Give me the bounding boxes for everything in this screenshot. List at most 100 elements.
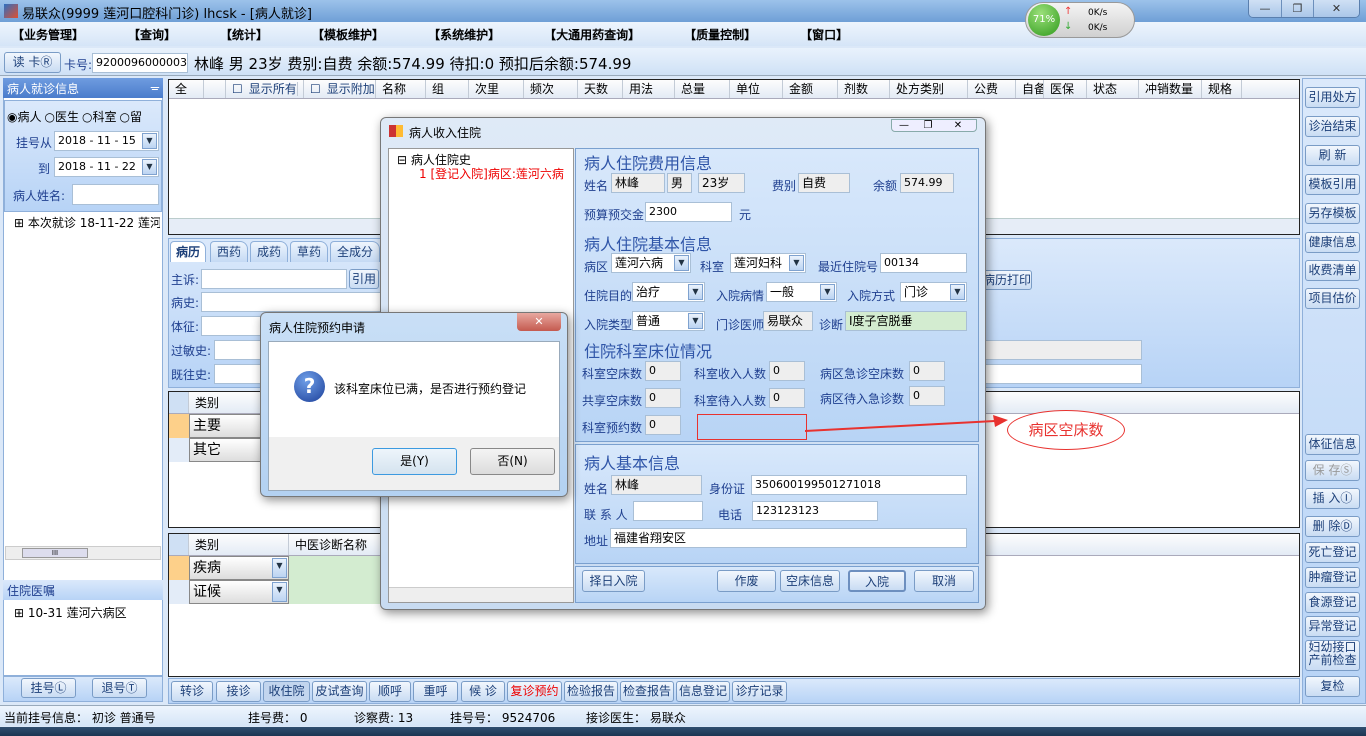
complaint-input[interactable] xyxy=(201,269,347,289)
recall-button[interactable]: 重呼 xyxy=(413,681,458,702)
condition-select[interactable]: 一般 ▼ xyxy=(766,282,837,302)
chevron-down-icon[interactable]: ▼ xyxy=(820,284,835,300)
phone-input[interactable]: 123123123 xyxy=(752,501,878,521)
past-extra-input[interactable] xyxy=(985,364,1142,384)
tab-patent[interactable]: 成药 xyxy=(250,241,288,262)
chevron-down-icon[interactable]: ▼ xyxy=(272,558,287,578)
chevron-down-icon[interactable]: ▼ xyxy=(674,255,689,271)
save-template-button[interactable]: 另存模板 xyxy=(1305,203,1360,224)
cite-prescription-button[interactable]: 引用处方 xyxy=(1305,87,1360,108)
empty-bed-info-button[interactable]: 空床信息 xyxy=(780,570,840,592)
cite-button[interactable]: 引用 xyxy=(349,269,379,289)
minimize-button[interactable]: — xyxy=(1249,0,1281,17)
exam-report-button[interactable]: 检查报告 xyxy=(620,681,674,702)
save-button[interactable]: 保 存Ⓢ xyxy=(1305,460,1360,481)
finish-treatment-button[interactable]: 诊治结束 xyxy=(1305,116,1360,137)
tree-admission-item[interactable]: 1 [登记入院]病区:莲河六病 xyxy=(419,165,573,182)
menu-business[interactable]: 【业务管理】 xyxy=(12,26,84,43)
show-all-checkbox[interactable]: ☐ 显示所有 xyxy=(226,80,304,98)
menu-quality[interactable]: 【质量控制】 xyxy=(684,26,756,43)
lab-report-button[interactable]: 检验报告 xyxy=(564,681,618,702)
visit-tree-item[interactable]: ⊞ 本次就诊 18-11-22 莲河 xyxy=(14,214,160,231)
menu-template[interactable]: 【模板维护】 xyxy=(312,26,384,43)
transfer-button[interactable]: 转诊 xyxy=(171,681,213,702)
purpose-select[interactable]: 治疗 ▼ xyxy=(632,282,705,302)
date-from-picker[interactable]: 2018 - 11 - 15 ▼ xyxy=(54,131,159,151)
close-button[interactable]: ✕ xyxy=(940,120,976,131)
dept-select[interactable]: 莲河妇科 ▼ xyxy=(730,253,806,273)
treatment-record-button[interactable]: 诊疗记录 xyxy=(732,681,787,702)
restore-button[interactable]: ❐ xyxy=(1281,0,1313,17)
refresh-button[interactable]: 刷 新 xyxy=(1305,145,1360,166)
estimate-button[interactable]: 项目估价 xyxy=(1305,288,1360,309)
address-input[interactable]: 福建省翔安区 xyxy=(610,528,967,548)
followup-appointment-button[interactable]: 复诊预约 xyxy=(507,681,562,702)
tree-hscrollbar[interactable] xyxy=(389,587,573,602)
chevron-down-icon[interactable]: ▼ xyxy=(688,313,703,329)
chevron-down-icon[interactable]: ▼ xyxy=(142,133,157,149)
contact-input[interactable] xyxy=(633,501,703,521)
last-admission-no-input[interactable]: 00134 xyxy=(880,253,967,273)
delete-button[interactable]: 删 除Ⓓ xyxy=(1305,516,1360,537)
chevron-down-icon[interactable]: ▼ xyxy=(789,255,804,271)
diagnosis-field[interactable]: Ⅰ度子宫脱垂 xyxy=(845,311,967,331)
date-to-picker[interactable]: 2018 - 11 - 22 ▼ xyxy=(54,157,159,177)
read-card-button[interactable]: 读 卡Ⓡ xyxy=(4,52,61,73)
category-disease[interactable]: 疾病 ▼ xyxy=(189,556,289,580)
history-input[interactable] xyxy=(201,292,381,312)
card-number-input[interactable]: 920009600000318 xyxy=(92,53,188,73)
admission-type-select[interactable]: 普通 ▼ xyxy=(632,311,705,331)
call-button[interactable]: 顺呼 xyxy=(369,681,411,702)
past-history-input[interactable] xyxy=(214,364,264,384)
radio-doctor[interactable]: ○医生 xyxy=(45,108,80,125)
death-register-button[interactable]: 死亡登记 xyxy=(1305,542,1360,563)
menu-window[interactable]: 【窗口】 xyxy=(800,26,848,43)
inpatient-tree-item[interactable]: ⊞ 10-31 莲河六病区 xyxy=(14,604,127,621)
recheck-button[interactable]: 复检 xyxy=(1305,676,1360,697)
chevron-down-icon[interactable]: ▼ xyxy=(688,284,703,300)
id-card-input[interactable]: 350600199501271018 xyxy=(751,475,967,495)
allergy-input[interactable] xyxy=(214,340,264,360)
template-cite-button[interactable]: 模板引用 xyxy=(1305,174,1360,195)
cancel-button[interactable]: 取消 xyxy=(914,570,974,592)
menu-system[interactable]: 【系统维护】 xyxy=(428,26,500,43)
admit-confirm-button[interactable]: 入院 xyxy=(848,570,906,592)
deposit-input[interactable]: 2300 xyxy=(645,202,732,222)
tumor-register-button[interactable]: 肿瘤登记 xyxy=(1305,567,1360,588)
tab-herbal[interactable]: 草药 xyxy=(290,241,328,262)
show-extra-checkbox[interactable]: ☐ 显示附加 xyxy=(304,80,376,98)
chevron-down-icon[interactable]: ▼ xyxy=(142,159,157,175)
tab-components[interactable]: 全成分 xyxy=(330,241,380,262)
vital-signs-button[interactable]: 体征信息 xyxy=(1305,434,1360,455)
menu-query[interactable]: 【查询】 xyxy=(128,26,176,43)
health-info-button[interactable]: 健康信息 xyxy=(1305,232,1360,253)
radio-stay[interactable]: ○留 xyxy=(120,108,143,125)
allergy-extra-input[interactable] xyxy=(985,340,1142,360)
fee-list-button[interactable]: 收费清单 xyxy=(1305,260,1360,281)
no-button[interactable]: 否(N) xyxy=(470,448,555,475)
void-button[interactable]: 作废 xyxy=(717,570,776,592)
yes-button[interactable]: 是(Y) xyxy=(372,448,457,475)
minimize-button[interactable]: — xyxy=(892,120,916,131)
patient-name-input[interactable] xyxy=(72,184,159,205)
category-syndrome[interactable]: 证候 ▼ xyxy=(189,580,289,604)
expand-icon[interactable]: ⊞ xyxy=(14,216,24,230)
info-register-button[interactable]: 信息登记 xyxy=(676,681,730,702)
menu-stats[interactable]: 【统计】 xyxy=(220,26,268,43)
scroll-thumb[interactable]: III xyxy=(22,548,88,558)
pin-icon[interactable]: ᚚ xyxy=(151,80,159,94)
restore-button[interactable]: ❐ xyxy=(916,120,940,131)
admit-button[interactable]: 收住院 xyxy=(263,681,310,702)
admission-mode-select[interactable]: 门诊 ▼ xyxy=(900,282,967,302)
receive-button[interactable]: 接诊 xyxy=(216,681,261,702)
register-button[interactable]: 挂号Ⓛ xyxy=(21,678,76,698)
col-select-all[interactable]: 全 xyxy=(169,80,204,98)
abnormal-register-button[interactable]: 异常登记 xyxy=(1305,616,1360,637)
maternal-interface-button[interactable]: 妇幼接口 产前检查 xyxy=(1305,640,1360,671)
tab-record[interactable]: 病历 xyxy=(170,241,206,262)
ward-select[interactable]: 莲河六病 ▼ xyxy=(611,253,691,273)
tab-western[interactable]: 西药 xyxy=(210,241,248,262)
insert-button[interactable]: 插 入Ⓘ xyxy=(1305,488,1360,509)
unregister-button[interactable]: 退号Ⓣ xyxy=(92,678,147,698)
radio-patient[interactable]: ◉病人 xyxy=(7,108,42,125)
